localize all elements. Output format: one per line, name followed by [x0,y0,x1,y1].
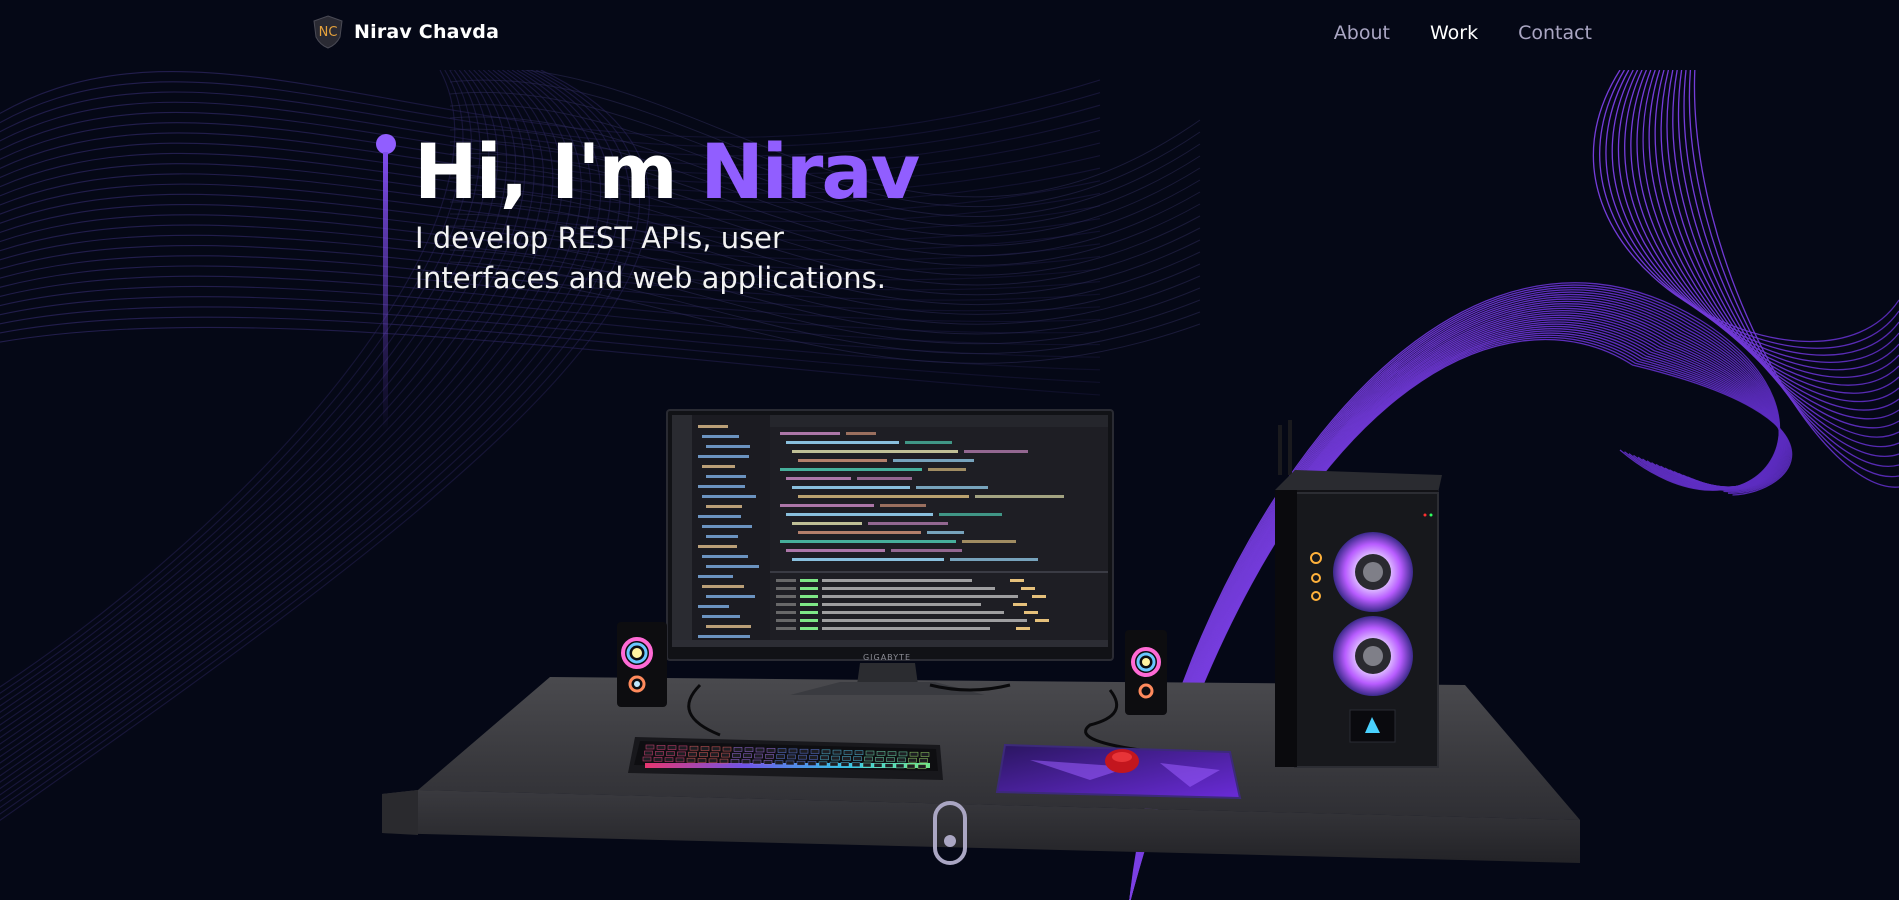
desk-setup-illustration[interactable]: GIGABYTE [370,395,1600,875]
hero-subtitle: I develop REST APIs, user interfaces and … [415,218,935,298]
hero-subtitle-line2: interfaces and web applications. [415,261,886,295]
hero-subtitle-line1: I develop REST APIs, user [415,221,784,255]
nc-logo-icon: NC [312,15,344,49]
mouse [1105,749,1139,773]
hero-line [383,152,388,432]
nav-link-about[interactable]: About [1334,22,1390,44]
portfolio-page: NC Nirav Chavda About Work Contact Hi, I… [0,0,1899,900]
navbar: NC Nirav Chavda About Work Contact [0,0,1899,70]
hero-dot [376,134,396,154]
pc-tower [1275,420,1442,768]
hero-timeline-decoration [376,134,396,434]
monitor-brand-label: GIGABYTE [863,653,911,662]
speaker-right [1125,630,1167,715]
hero-title-prefix: Hi, I'm [414,127,701,216]
nav-links: About Work Contact [1334,22,1592,44]
brand-name: Nirav Chavda [354,21,500,43]
hero-title: Hi, I'm Nirav [414,124,920,220]
nav-link-contact[interactable]: Contact [1518,22,1592,44]
mouse-scroll-icon[interactable] [933,801,967,865]
monitor: GIGABYTE [666,409,1114,695]
nav-link-work[interactable]: Work [1430,22,1478,44]
hero-title-name: Nirav [700,127,920,216]
logo-text: NC [319,25,338,40]
speaker-left [617,622,667,707]
brand-home-link[interactable]: NC Nirav Chavda [312,15,499,49]
scroll-dot [944,835,956,847]
